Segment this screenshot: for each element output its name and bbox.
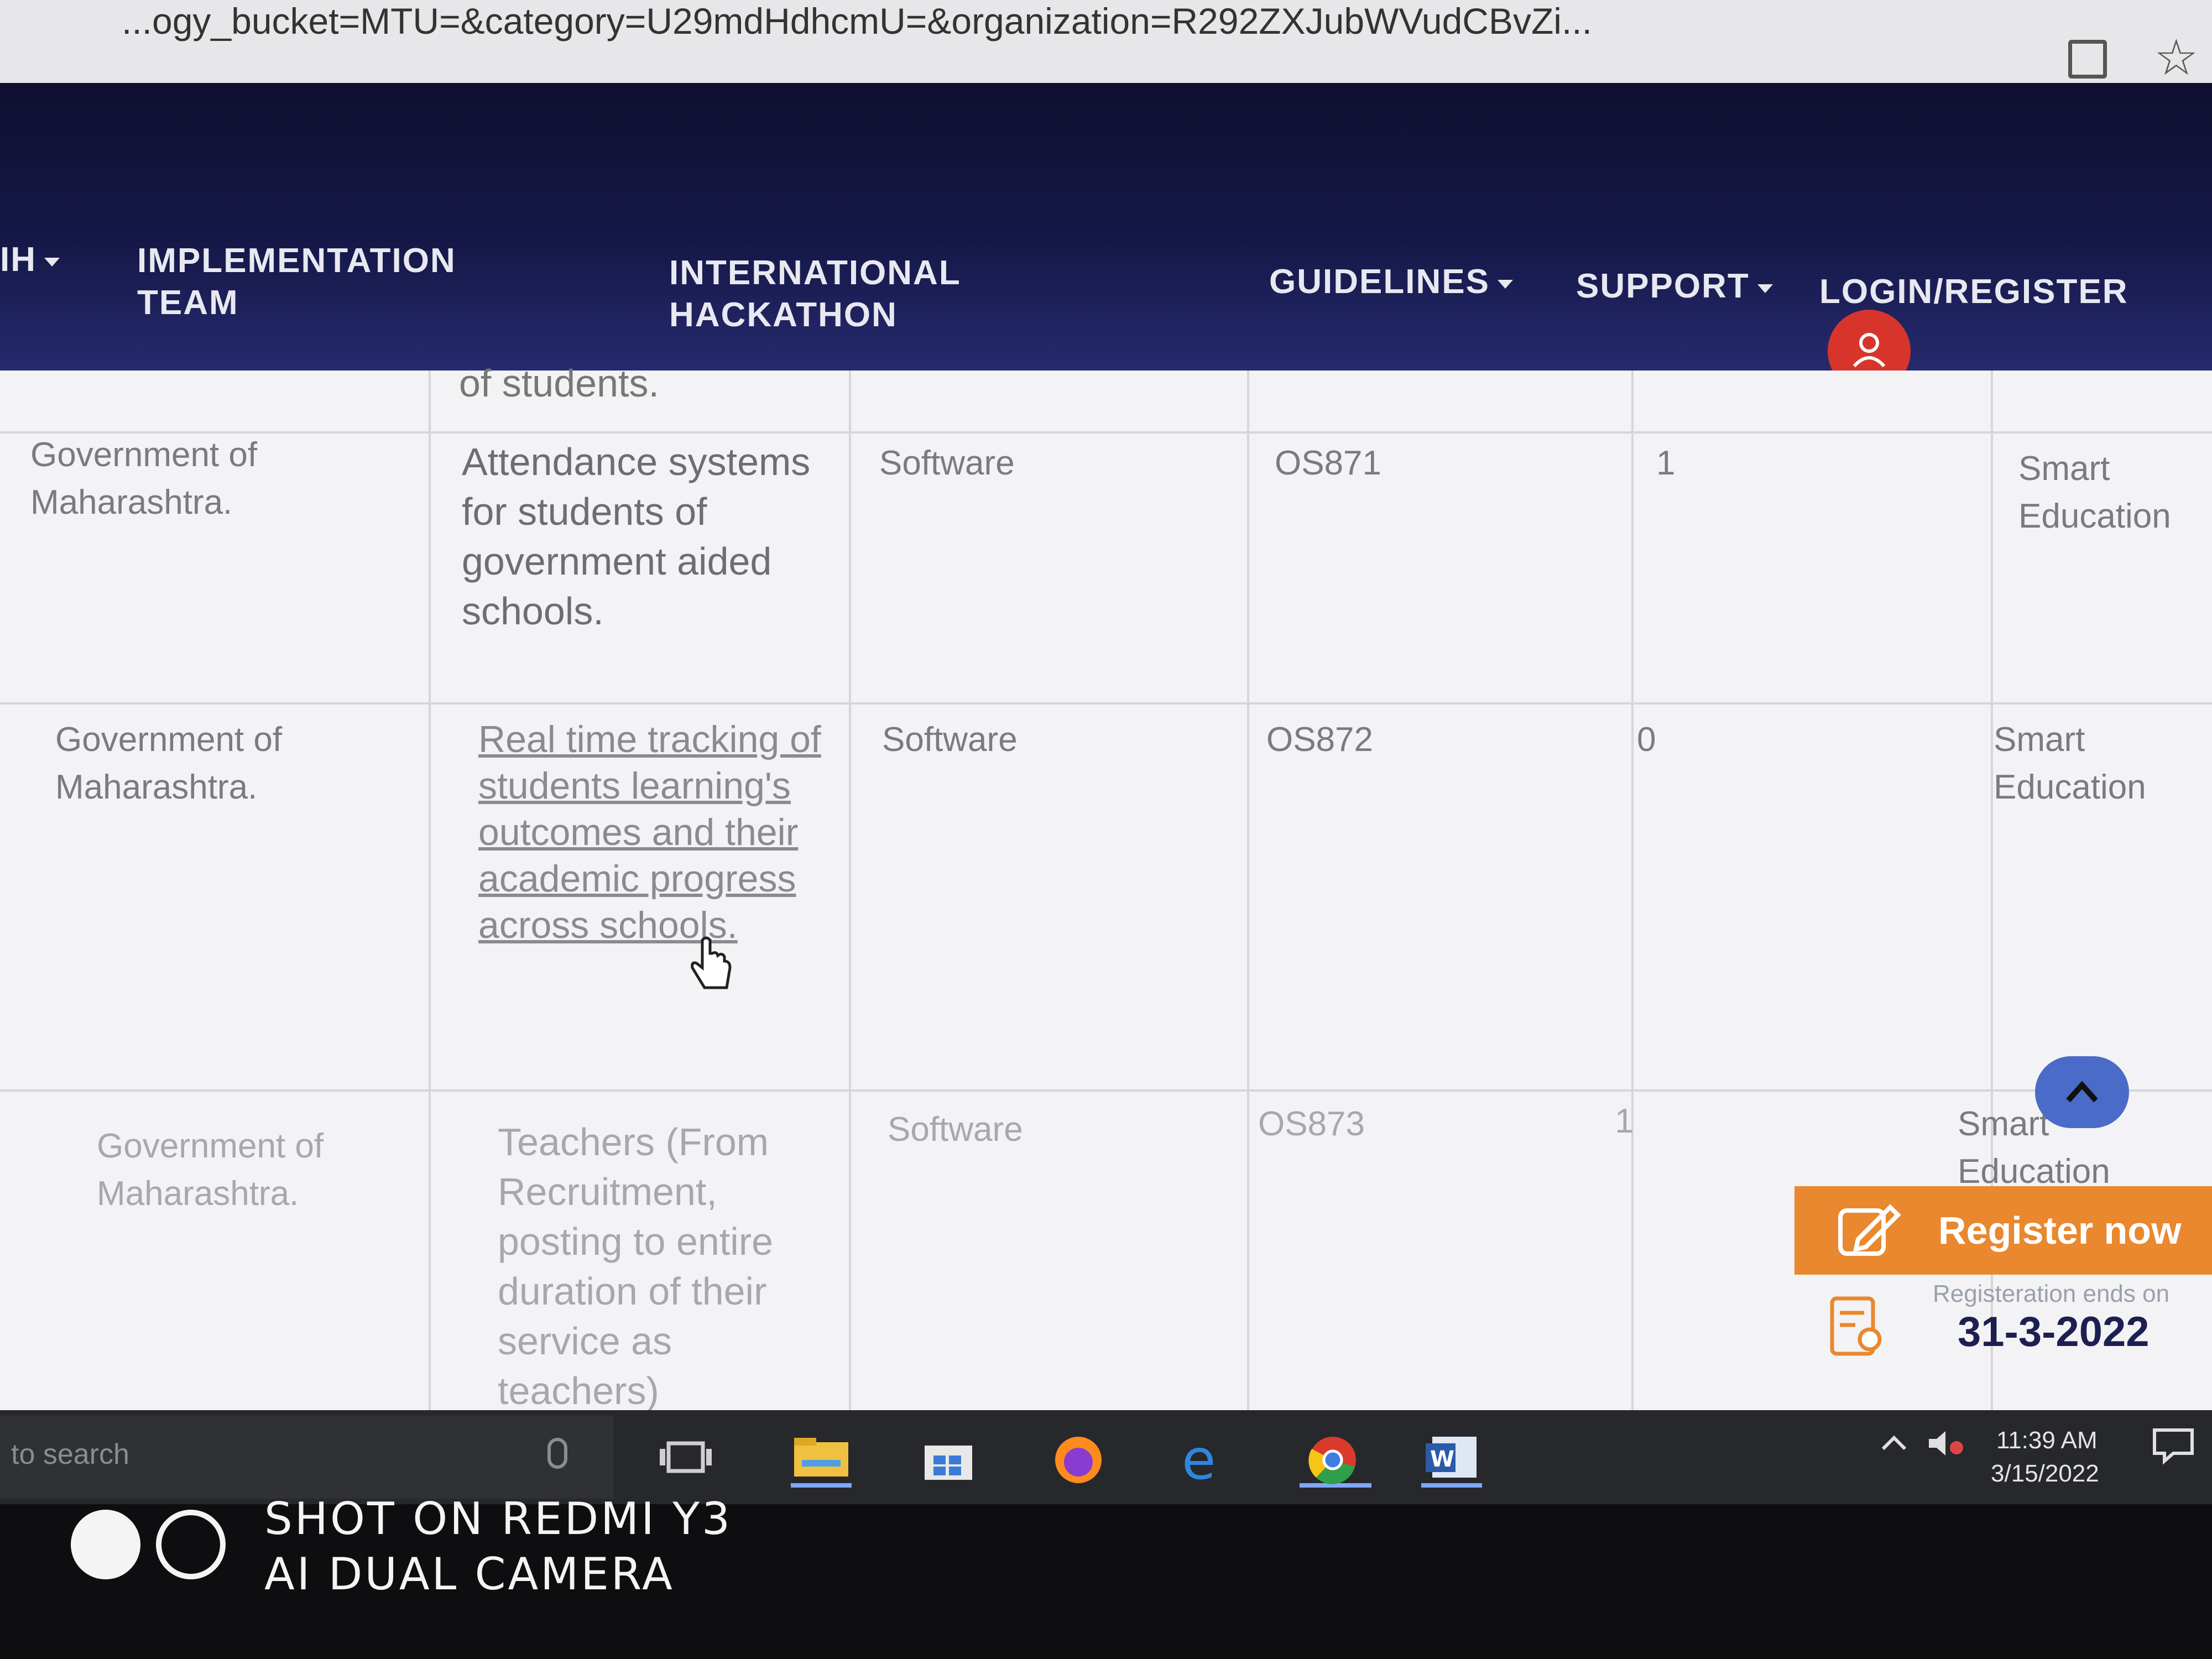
speaker-muted-icon[interactable] xyxy=(1924,1427,1969,1463)
search-placeholder: to search xyxy=(11,1438,129,1470)
table-cell-category: Software xyxy=(882,721,1018,759)
share-icon[interactable] xyxy=(2068,40,2107,79)
svg-text:e: e xyxy=(1182,1432,1216,1488)
show-hidden-icons-chevron-icon[interactable] xyxy=(1877,1427,1911,1463)
task-view-icon[interactable] xyxy=(655,1432,716,1488)
nav-implementation-team[interactable]: IMPLEMENTATION TEAM xyxy=(137,240,546,324)
table-cell-domain: Smart Education xyxy=(2018,450,2171,535)
scroll-to-top-button[interactable] xyxy=(2035,1056,2129,1128)
registration-end-date: 31-3-2022 xyxy=(1958,1308,2150,1355)
nav-guidelines-label: GUIDELINES xyxy=(1269,263,1490,301)
nav-guidelines[interactable]: GUIDELINES xyxy=(1269,261,1513,303)
table-cell-organization: Government of Maharashtra. xyxy=(30,436,258,521)
row-divider xyxy=(0,702,2212,705)
nav-login-register[interactable]: LOGIN/REGISTER xyxy=(1819,271,2128,313)
chevron-down-icon xyxy=(1757,284,1773,293)
table-cell-organization: Government of Maharashtra. xyxy=(97,1127,324,1213)
firefox-icon[interactable] xyxy=(1048,1432,1109,1488)
table-cell-ps-number: OS871 xyxy=(1275,444,1382,482)
column-divider xyxy=(1247,371,1249,1410)
column-divider xyxy=(849,371,851,1410)
table-cell-category: Software xyxy=(888,1110,1023,1149)
site-nav: IH IMPLEMENTATION TEAM INTERNATIONAL HAC… xyxy=(0,83,2212,393)
url-text[interactable]: ...ogy_bucket=MTU=&category=U29mdHdhcmU=… xyxy=(122,0,1592,42)
table-cell-ps-number: OS872 xyxy=(1266,721,1374,759)
taskbar-search-box[interactable]: to search xyxy=(0,1416,614,1499)
column-divider xyxy=(429,371,431,1410)
registration-ends-label: Registeration ends on xyxy=(1933,1280,2170,1307)
edge-icon[interactable]: e xyxy=(1175,1427,1236,1492)
table-cell-title: Attendance systems for students of gover… xyxy=(462,440,811,633)
watermark-line-2: AI DUAL CAMERA xyxy=(264,1548,675,1600)
taskbar-clock-time[interactable]: 11:39 AM xyxy=(1996,1427,2098,1454)
edit-icon xyxy=(1838,1204,1901,1256)
problem-statement-link[interactable]: Real time tracking of students learning'… xyxy=(478,716,832,948)
nav-international-hackathon[interactable]: INTERNATIONAL HACKATHON xyxy=(669,252,1045,336)
table-cell-submissions: 0 xyxy=(1637,721,1656,759)
chevron-up-icon xyxy=(2066,1081,2098,1103)
table-cell-organization: Government of Maharashtra. xyxy=(55,721,283,806)
file-explorer-icon[interactable] xyxy=(791,1432,852,1488)
register-now-label: Register now xyxy=(1938,1209,2182,1252)
microphone-icon[interactable] xyxy=(547,1438,567,1469)
table-cell-submissions: 1 xyxy=(1615,1102,1634,1140)
notifications-icon[interactable] xyxy=(2151,1427,2195,1468)
column-divider xyxy=(1631,371,1634,1410)
watermark-dot-icon xyxy=(71,1510,140,1579)
table-cell-domain: Smart Education xyxy=(1994,721,2146,806)
user-icon xyxy=(1853,333,1886,368)
store-icon[interactable] xyxy=(918,1432,979,1488)
windows-taskbar: to search e W xyxy=(0,1410,2212,1504)
cutoff-cell-text: of students. xyxy=(459,362,659,405)
nav-support[interactable]: SUPPORT xyxy=(1576,265,1773,307)
table-cell-ps-number: OS873 xyxy=(1258,1105,1365,1143)
table-cell-submissions: 1 xyxy=(1656,444,1676,482)
nav-sih[interactable]: IH xyxy=(0,239,60,281)
bookmark-star-icon[interactable]: ☆ xyxy=(2154,33,2199,83)
table-cell-category: Software xyxy=(879,444,1015,482)
svg-text:W: W xyxy=(1430,1447,1454,1472)
nav-support-label: SUPPORT xyxy=(1576,267,1750,305)
nav-sih-label: IH xyxy=(0,241,36,279)
word-icon[interactable]: W xyxy=(1421,1432,1482,1488)
browser-url-bar[interactable]: ...ogy_bucket=MTU=&category=U29mdHdhcmU=… xyxy=(0,0,2212,83)
register-now-button[interactable]: Register now xyxy=(1794,1186,2212,1275)
chevron-down-icon xyxy=(44,257,60,267)
certificate-icon xyxy=(1830,1296,1882,1356)
hand-cursor-icon xyxy=(691,936,732,989)
chrome-icon[interactable] xyxy=(1300,1432,1371,1488)
watermark-ring-icon xyxy=(156,1510,226,1579)
taskbar-clock-date[interactable]: 3/15/2022 xyxy=(1991,1460,2099,1488)
row-divider xyxy=(0,1089,2212,1092)
chevron-down-icon xyxy=(1497,279,1513,289)
watermark-line-1: SHOT ON REDMI Y3 xyxy=(264,1493,732,1545)
